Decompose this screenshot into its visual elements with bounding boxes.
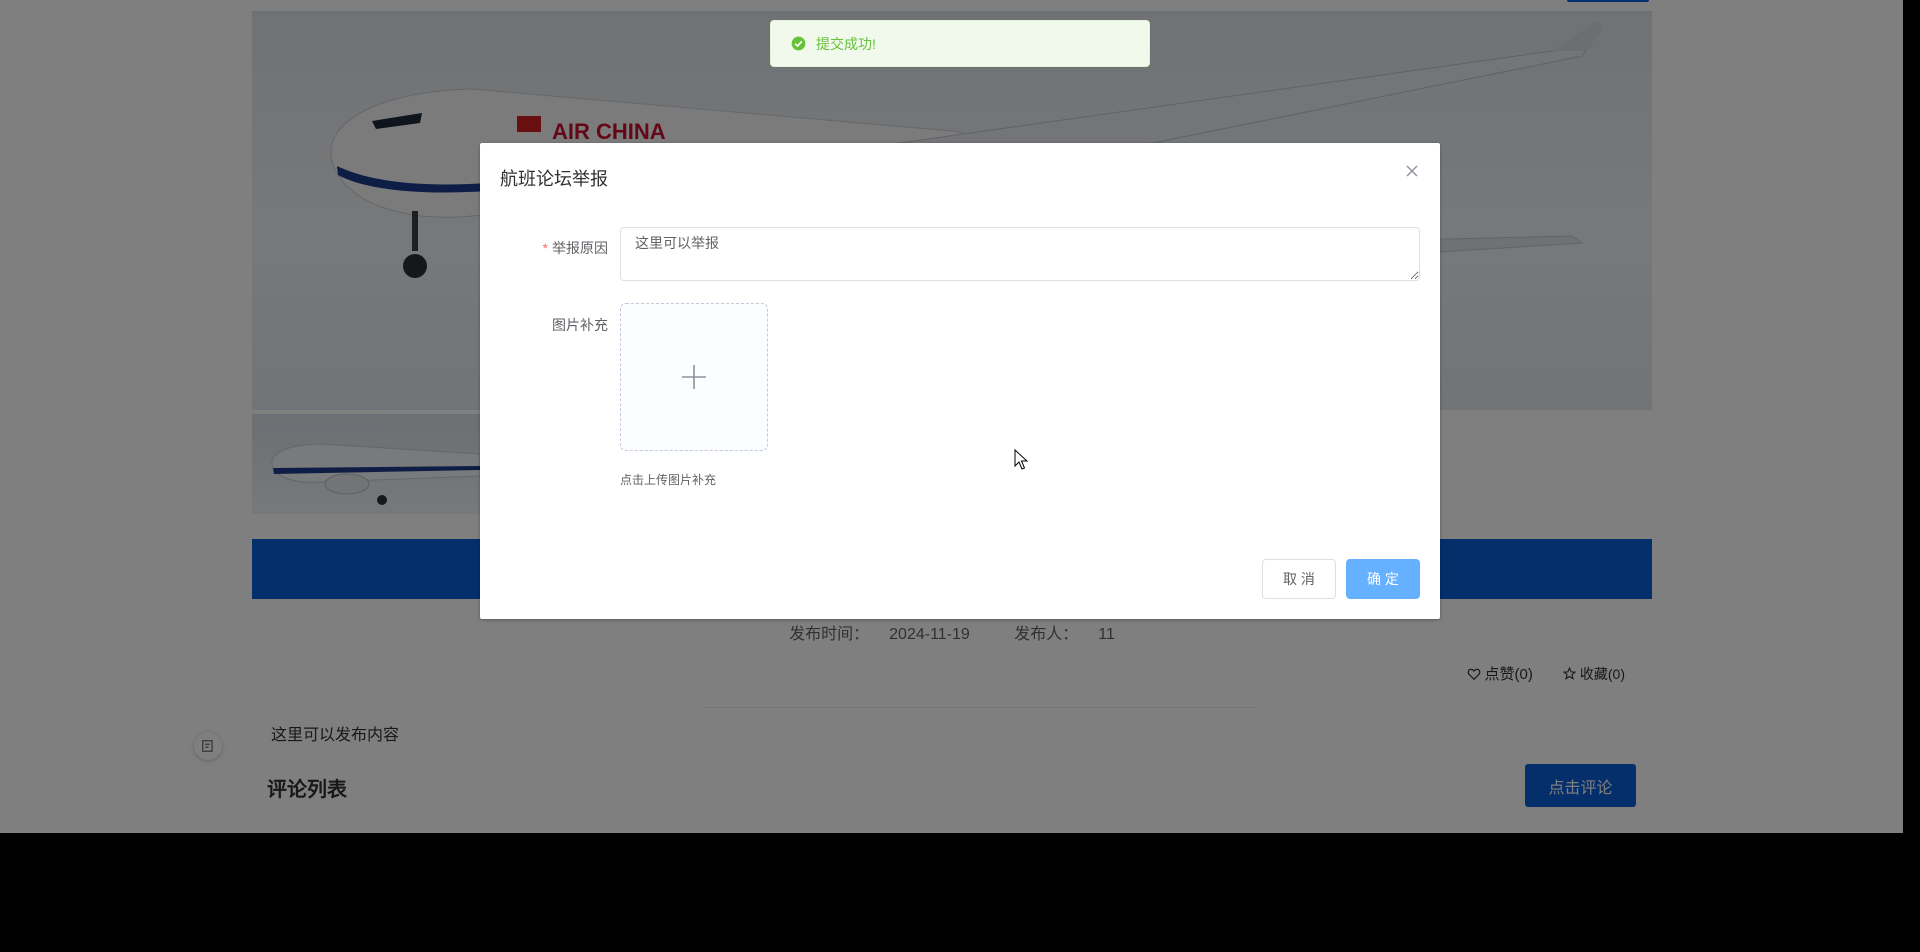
plus-icon [682,365,706,389]
toast-message: 提交成功! [816,35,876,52]
mouse-cursor-icon [1014,448,1029,476]
image-label: 图片补充 [552,317,608,333]
reason-textarea[interactable]: 这里可以举报 [620,227,1420,281]
check-circle-icon [791,36,806,51]
report-dialog: 航班论坛举报 * 举报原因 这里可以举报 图片补充 点击上传图片补充 取 消 确 … [480,143,1440,619]
success-toast: 提交成功! [770,20,1150,67]
reason-label: * 举报原因 [542,240,608,256]
confirm-button[interactable]: 确 定 [1346,559,1420,599]
close-icon[interactable] [1404,163,1420,179]
cancel-button[interactable]: 取 消 [1262,559,1336,599]
dialog-title: 航班论坛举报 [500,169,608,189]
upload-tip: 点击上传图片补充 [620,473,717,487]
image-uploader[interactable] [620,303,768,451]
